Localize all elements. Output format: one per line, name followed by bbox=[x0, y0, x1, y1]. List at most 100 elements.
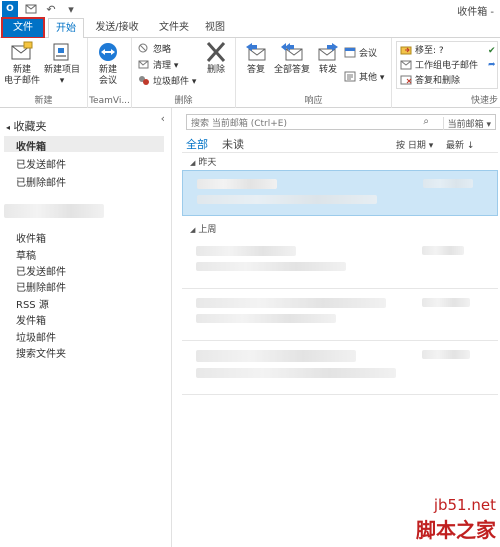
group-header-yesterday[interactable]: ◢ 昨天 bbox=[190, 155, 216, 168]
meeting-icon bbox=[344, 47, 356, 58]
junk-icon bbox=[138, 75, 150, 86]
quick-move-label: 移至: ? bbox=[415, 46, 444, 56]
message-item[interactable] bbox=[182, 238, 498, 284]
junk-label: 垃圾邮件 ▾ bbox=[153, 77, 197, 87]
cleanup-label: 清理 ▾ bbox=[153, 61, 179, 71]
date-blurred bbox=[422, 350, 470, 359]
title-bar: O ↶ ▾ 收件箱 - bbox=[0, 0, 500, 18]
group-respond-label: 响应 bbox=[304, 96, 323, 106]
ignore-icon bbox=[138, 43, 150, 54]
folder-drafts[interactable]: 草稿 bbox=[16, 247, 36, 262]
group-new: 新建 电子邮件 新建项目 ▾ 新建 bbox=[0, 38, 88, 108]
folder-deleted-items[interactable]: 已删除邮件 bbox=[16, 279, 66, 294]
group-delete: 忽略 清理 ▾ 垃圾邮件 ▾ 删除 删除 bbox=[132, 38, 236, 108]
customize-qat-icon[interactable]: ▾ bbox=[64, 2, 78, 16]
folder-sent-items[interactable]: 已发送邮件 bbox=[16, 263, 66, 278]
subject-blurred bbox=[197, 195, 377, 204]
navigation-pane: ‹ ◂ 收藏夹 收件箱 已发送邮件 已删除邮件 收件箱 草稿 已发送邮件 已删除… bbox=[0, 108, 172, 547]
quick-move-to-button[interactable]: 移至: ? bbox=[400, 43, 444, 56]
subject-blurred bbox=[196, 314, 336, 323]
reply-all-button[interactable]: 全部答复 bbox=[274, 41, 310, 76]
quick-reply-delete-button[interactable]: 答复和删除 bbox=[400, 73, 460, 86]
date-blurred bbox=[423, 179, 473, 188]
sort-order-toggle[interactable]: 最新 ↓ bbox=[446, 138, 474, 151]
ribbon-tabs: 文件 开始 发送/接收 文件夹 视图 bbox=[0, 17, 500, 39]
window-title: 收件箱 - bbox=[457, 7, 494, 18]
tab-file[interactable]: 文件 bbox=[1, 17, 45, 39]
message-item-selected[interactable] bbox=[182, 170, 498, 216]
quick-access-toolbar: O ↶ ▾ bbox=[2, 1, 78, 17]
meeting-button[interactable]: 会议 bbox=[344, 46, 377, 59]
delete-button[interactable]: 删除 bbox=[204, 41, 228, 76]
date-blurred bbox=[422, 298, 470, 307]
forward-button[interactable]: 转发 bbox=[316, 41, 340, 76]
more-icon bbox=[344, 71, 356, 82]
new-email-label-1: 新建 bbox=[13, 65, 32, 75]
date-blurred bbox=[422, 246, 464, 255]
teamviewer-icon bbox=[96, 41, 120, 63]
folder-rss-feeds[interactable]: RSS 源 bbox=[16, 296, 49, 311]
folder-inbox[interactable]: 收件箱 bbox=[16, 230, 46, 245]
filter-unread[interactable]: 未读 bbox=[222, 136, 244, 152]
group-delete-label: 删除 bbox=[174, 96, 193, 106]
search-input[interactable]: 搜索 当前邮箱 (Ctrl+E) ⌕ 当前邮箱 ▾ bbox=[186, 114, 496, 130]
fav-sent-items[interactable]: 已发送邮件 bbox=[16, 156, 66, 171]
new-email-button[interactable]: 新建 电子邮件 bbox=[4, 41, 40, 87]
send-receive-all-icon[interactable] bbox=[24, 2, 38, 16]
list-divider bbox=[182, 152, 498, 153]
undo-icon[interactable]: ↶ bbox=[44, 2, 58, 16]
filter-all[interactable]: 全部 bbox=[186, 136, 208, 152]
tab-view[interactable]: 视图 bbox=[200, 18, 230, 38]
watermark-url: jb51.net bbox=[433, 496, 496, 514]
group-teamviewer-label: TeamVi... bbox=[89, 96, 130, 106]
new-items-button[interactable]: 新建项目 ▾ bbox=[44, 41, 80, 87]
tab-folder[interactable]: 文件夹 bbox=[150, 18, 198, 38]
folder-junk[interactable]: 垃圾邮件 bbox=[16, 329, 56, 344]
reply-button[interactable]: 答复 bbox=[244, 41, 268, 76]
sort-by-dropdown[interactable]: 按 日期 ▾ bbox=[396, 138, 433, 151]
collapse-triangle-icon: ◢ bbox=[190, 159, 196, 167]
more-label: 其他 ▾ bbox=[359, 73, 385, 83]
folder-search-folders[interactable]: 搜索文件夹 bbox=[16, 345, 66, 360]
search-scope-dropdown[interactable]: 当前邮箱 ▾ bbox=[442, 117, 491, 130]
junk-button[interactable]: 垃圾邮件 ▾ bbox=[138, 74, 196, 87]
fav-inbox[interactable]: 收件箱 bbox=[16, 138, 46, 153]
message-item[interactable] bbox=[182, 344, 498, 390]
list-divider bbox=[182, 394, 498, 395]
message-list: 搜索 当前邮箱 (Ctrl+E) ⌕ 当前邮箱 ▾ 全部 未读 按 日期 ▾ 最… bbox=[172, 108, 500, 547]
expand-triangle-icon: ◂ bbox=[6, 123, 11, 132]
search-icon[interactable]: ⌕ bbox=[423, 116, 429, 127]
fav-deleted-items[interactable]: 已删除邮件 bbox=[16, 174, 66, 189]
favorites-header[interactable]: ◂ 收藏夹 bbox=[6, 118, 47, 134]
more-button[interactable]: 其他 ▾ bbox=[344, 70, 384, 83]
group-respond: 答复 全部答复 转发 会议 其他 ▾ 响应 bbox=[236, 38, 392, 108]
quick-team-email-button[interactable]: 工作组电子邮件 bbox=[400, 58, 478, 71]
quick-team-label: 工作组电子邮件 bbox=[415, 61, 479, 71]
ignore-button[interactable]: 忽略 bbox=[138, 42, 171, 55]
group-teamviewer: 新建 会议 TeamVi... bbox=[88, 38, 132, 108]
list-divider bbox=[182, 288, 498, 289]
teamviewer-meeting-button[interactable]: 新建 会议 bbox=[96, 41, 120, 87]
folder-outbox[interactable]: 发件箱 bbox=[16, 312, 46, 327]
collapse-triangle-icon: ◢ bbox=[190, 226, 196, 234]
tab-send-receive[interactable]: 发送/接收 bbox=[86, 18, 148, 38]
sender-blurred bbox=[196, 350, 356, 362]
reply-label: 答复 bbox=[246, 65, 265, 75]
group-new-label: 新建 bbox=[34, 96, 53, 106]
message-item[interactable] bbox=[182, 292, 498, 338]
subject-blurred bbox=[196, 368, 396, 378]
account-name-blurred[interactable] bbox=[4, 204, 104, 218]
collapse-pane-icon[interactable]: ‹ bbox=[161, 112, 165, 125]
cleanup-button[interactable]: 清理 ▾ bbox=[138, 58, 178, 71]
group-quick-steps-label: 快速步 bbox=[470, 96, 498, 106]
tab-home[interactable]: 开始 bbox=[48, 18, 84, 39]
cleanup-icon bbox=[138, 59, 150, 70]
group-header-last-week[interactable]: ◢ 上周 bbox=[190, 222, 216, 235]
sender-blurred bbox=[197, 179, 277, 189]
reply-icon bbox=[244, 41, 268, 63]
reply-all-icon bbox=[280, 41, 304, 63]
reply-all-label: 全部答复 bbox=[274, 65, 311, 75]
team-email-icon bbox=[400, 59, 412, 70]
new-items-label: 新建项目 bbox=[44, 65, 81, 75]
new-items-arrow: ▾ bbox=[59, 76, 65, 86]
